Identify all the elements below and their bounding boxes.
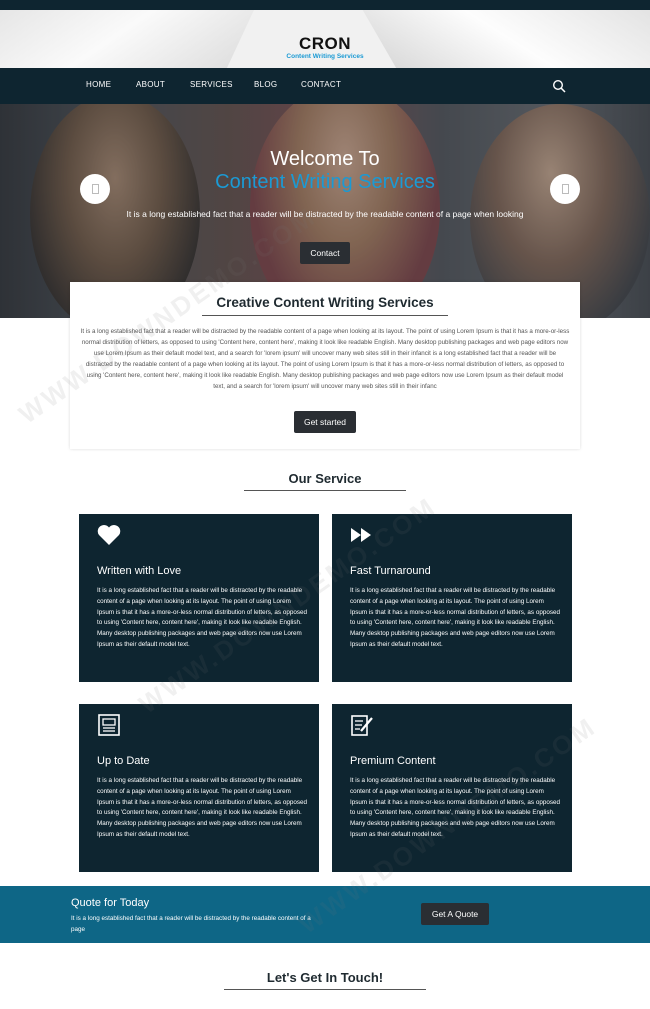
nav-item-contact[interactable]: CONTACT: [301, 80, 341, 89]
service-card: Up to Date It is a long established fact…: [79, 704, 319, 872]
search-icon[interactable]: [552, 79, 566, 93]
fast-forward-icon: [351, 528, 371, 542]
quote-text: It is a long established fact that a rea…: [71, 915, 311, 933]
intro-title: Creative Content Writing Services: [216, 295, 434, 310]
top-strip: [0, 0, 650, 10]
title-underline: [202, 315, 448, 316]
nav-item-home[interactable]: HOME: [86, 80, 111, 89]
service-card: Fast Turnaround It is a long established…: [332, 514, 572, 682]
service-text: It is a long established fact that a rea…: [350, 777, 560, 838]
nav-item-about[interactable]: ABOUT: [136, 80, 165, 89]
get-a-quote-button[interactable]: Get A Quote: [421, 903, 489, 925]
hero-subtitle: Content Writing Services: [215, 171, 435, 193]
nav-item-services[interactable]: SERVICES: [190, 80, 233, 89]
main-nav: HOME ABOUT SERVICES BLOG CONTACT: [0, 68, 650, 104]
newspaper-icon: [98, 714, 120, 736]
title-underline: [244, 490, 406, 491]
service-name: Premium Content: [350, 755, 436, 767]
services-title: Our Service: [288, 471, 362, 486]
service-card: Written with Love It is a long establish…: [79, 514, 319, 682]
service-text: It is a long established fact that a rea…: [350, 587, 560, 648]
service-name: Up to Date: [97, 755, 150, 767]
service-name: Fast Turnaround: [350, 565, 431, 577]
service-text: It is a long established fact that a rea…: [97, 777, 307, 838]
document-edit-icon: [351, 715, 373, 736]
quote-band: Quote for Today It is a long established…: [0, 886, 650, 943]
heart-icon: [97, 525, 121, 545]
nav-item-blog[interactable]: BLOG: [254, 80, 277, 89]
title-underline: [224, 989, 426, 990]
service-text: It is a long established fact that a rea…: [97, 587, 307, 648]
logo-tagline: Content Writing Services: [286, 53, 364, 60]
service-name: Written with Love: [97, 565, 182, 577]
quote-title: Quote for Today: [71, 897, 150, 909]
logo-title[interactable]: CRON: [0, 34, 650, 54]
service-card: Premium Content It is a long established…: [332, 704, 572, 872]
site-header: CRON Content Writing Services: [0, 10, 650, 68]
contact-title: Let's Get In Touch!: [266, 970, 384, 985]
hero-text: It is a long established fact that a rea…: [126, 209, 524, 219]
contact-button[interactable]: Contact: [300, 242, 350, 264]
intro-text: It is a long established fact that a rea…: [80, 328, 570, 390]
intro-card: Creative Content Writing Services It is …: [70, 282, 580, 449]
get-started-button[interactable]: Get started: [294, 411, 356, 433]
hero-title: Welcome To: [270, 148, 380, 170]
